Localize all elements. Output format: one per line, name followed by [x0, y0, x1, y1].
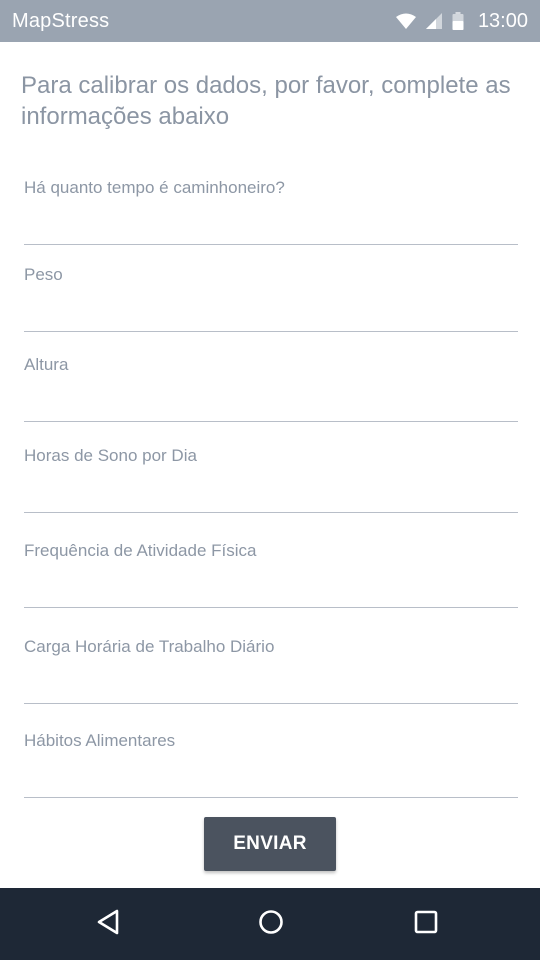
field-label: Peso [24, 265, 63, 284]
field-label: Há quanto tempo é caminhoneiro? [24, 178, 285, 197]
field-underline [24, 512, 518, 513]
back-icon [96, 909, 122, 940]
field-underline [24, 244, 518, 245]
field-underline [24, 607, 518, 608]
wifi-icon [395, 13, 416, 29]
horas-sono-input[interactable] [24, 476, 518, 510]
app-name: MapStress [12, 9, 110, 32]
status-bar: MapStress 13:00 [0, 0, 540, 42]
field-label: Frequência de Atividade Física [24, 541, 257, 560]
field-underline [24, 421, 518, 422]
field-underline [24, 703, 518, 704]
back-button[interactable] [64, 888, 154, 960]
altura-input[interactable] [24, 385, 518, 419]
field-label: Horas de Sono por Dia [24, 446, 197, 465]
recents-button[interactable] [381, 888, 471, 960]
home-button[interactable] [226, 888, 316, 960]
field-underline [24, 331, 518, 332]
habitos-alimentares-input[interactable] [24, 761, 518, 795]
status-icons: 13:00 [395, 9, 528, 33]
atividade-fisica-input[interactable] [24, 571, 518, 605]
recents-icon [413, 909, 439, 940]
field-label: Hábitos Alimentares [24, 731, 176, 750]
signal-icon [425, 13, 442, 29]
home-icon [258, 909, 284, 940]
form-intro: Para calibrar os dados, por favor, compl… [21, 72, 511, 130]
screen: MapStress 13:00 Para calibrar os dados, … [0, 0, 540, 960]
submit-button[interactable]: ENVIAR [204, 817, 336, 871]
tempo-caminhoneiro-input[interactable] [24, 208, 518, 242]
field-label: Altura [24, 355, 69, 374]
field-underline [24, 797, 518, 798]
carga-horaria-input[interactable] [24, 667, 518, 701]
field-label: Carga Horária de Trabalho Diário [24, 637, 275, 656]
battery-icon [452, 12, 464, 30]
clock: 13:00 [477, 9, 528, 32]
navigation-bar [0, 888, 540, 960]
peso-input[interactable] [24, 295, 518, 329]
